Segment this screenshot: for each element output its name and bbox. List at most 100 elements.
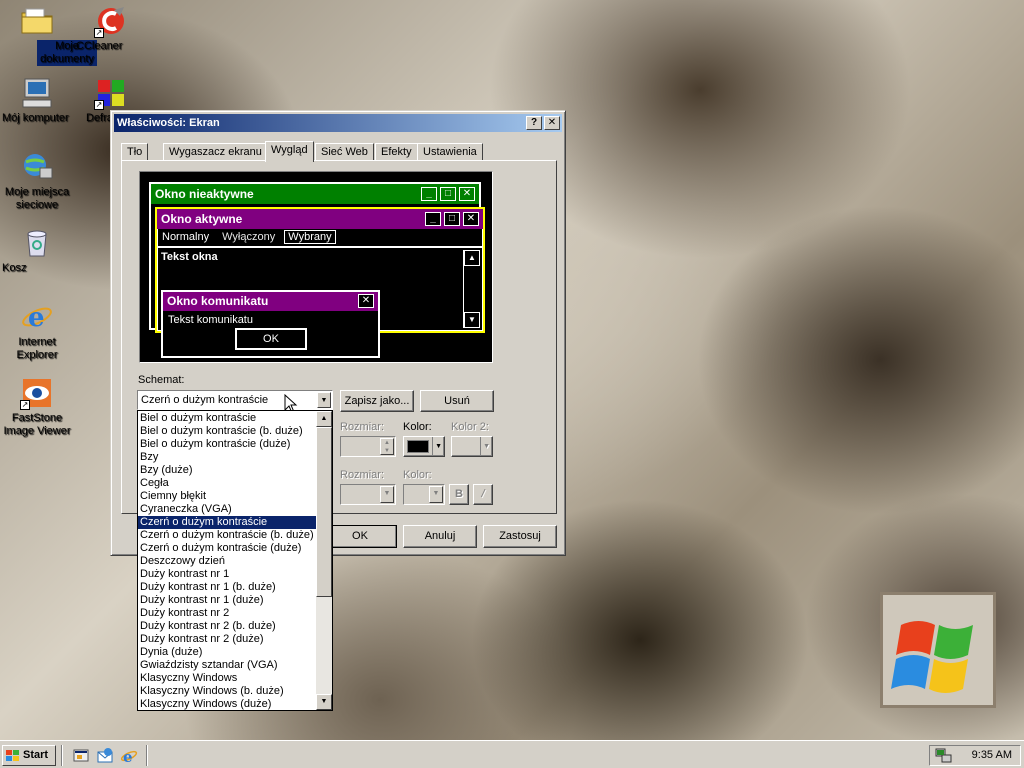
font-color-label: Kolor:	[403, 469, 432, 481]
network-tray-icon[interactable]	[935, 747, 953, 765]
close-button[interactable]: ✕	[544, 116, 560, 130]
tab-screensaver[interactable]: Wygaszacz ekranu	[163, 143, 268, 161]
dropdown-item[interactable]: Klasyczny Windows (b. duże)	[138, 685, 316, 698]
save-as-button[interactable]: Zapisz jako...	[340, 390, 414, 412]
dropdown-item[interactable]: Biel o dużym kontraście (duże)	[138, 438, 316, 451]
preview-msgbox-text: Tekst komunikatu	[168, 314, 253, 326]
windows-flag-icon	[891, 621, 973, 693]
defrag-icon: ↗	[94, 76, 128, 110]
dropdown-item[interactable]: Biel o dużym kontraście	[138, 412, 316, 425]
tab-background[interactable]: Tło	[121, 143, 149, 161]
item-size-spinner[interactable]: ▲ ▼	[340, 436, 396, 457]
desktop-icon-label: CCleaner	[76, 40, 123, 52]
desktop-icon-recycle-bin[interactable]: Kosz	[2, 226, 72, 274]
dropdown-item[interactable]: Czerń o dużym kontraście (duże)	[138, 542, 316, 555]
scheme-label: Schemat:	[138, 374, 185, 386]
maximize-icon: □	[444, 212, 460, 226]
dropdown-item[interactable]: Duży kontrast nr 1 (duże)	[138, 594, 316, 607]
color2-label: Kolor 2:	[451, 421, 489, 433]
scheme-combobox[interactable]: Czerń o dużym kontraście ▼	[137, 390, 333, 410]
scheme-combobox-value: Czerń o dużym kontraście	[141, 394, 269, 406]
desktop-icon-label: Moje miejsca sieciowe	[4, 186, 70, 211]
scrollbar-thumb[interactable]	[316, 427, 332, 597]
dropdown-item[interactable]: Cyraneczka (VGA)	[138, 503, 316, 516]
desktop-icon-my-computer[interactable]: Mój komputer	[2, 76, 72, 124]
scroll-down-arrow-icon[interactable]: ▼	[316, 694, 332, 710]
scroll-down-arrow-icon: ▼	[464, 312, 480, 328]
tab-appearance[interactable]: Wygląd	[265, 141, 314, 162]
dropdown-item[interactable]: Duży kontrast nr 2 (b. duże)	[138, 620, 316, 633]
chevron-down-icon[interactable]: ▼	[317, 392, 331, 408]
network-icon	[20, 150, 54, 184]
faststone-icon: ↗	[20, 376, 54, 410]
apply-button[interactable]: Zastosuj	[483, 525, 557, 548]
tab-settings[interactable]: Ustawienia	[417, 143, 483, 161]
desktop-icon-internet-explorer[interactable]: e Internet Explorer	[2, 300, 72, 361]
start-label: Start	[23, 749, 49, 761]
start-button[interactable]: Start	[2, 745, 56, 766]
internet-explorer-icon[interactable]: e	[120, 747, 138, 766]
tab-effects[interactable]: Efekty	[375, 143, 418, 161]
item-size-label: Rozmiar:	[340, 421, 385, 433]
clock[interactable]: 9:35 AM	[972, 746, 1012, 765]
preview-msgbox-ok: OK	[235, 328, 307, 350]
ccleaner-icon: ↗	[94, 4, 128, 38]
dropdown-items: Biel o dużym kontraście Biel o dużym kont…	[138, 412, 316, 710]
delete-scheme-button[interactable]: Usuń	[420, 390, 494, 412]
windows-logo-gadget	[880, 592, 996, 708]
cancel-button[interactable]: Anuluj	[403, 525, 477, 548]
tab-web[interactable]: Sieć Web	[315, 143, 374, 161]
dropdown-item[interactable]: Duży kontrast nr 1 (b. duże)	[138, 581, 316, 594]
dropdown-item[interactable]: Klasyczny Windows	[138, 672, 316, 685]
color-picker-button[interactable]: ▼	[403, 436, 445, 457]
preview-scrollbar: ▲ ▼	[463, 250, 481, 328]
desktop-icon-defrag[interactable]: ↗ Defra	[76, 76, 146, 124]
ok-button[interactable]: OK	[323, 525, 397, 548]
desktop-icon-label: Kosz	[2, 262, 27, 274]
dropdown-item[interactable]: Gwiaździsty sztandar (VGA)	[138, 659, 316, 672]
desktop-icon-my-documents[interactable]: Moje dokumenty	[2, 4, 97, 66]
outlook-express-icon[interactable]	[96, 747, 114, 765]
font-size-select[interactable]: ▼	[340, 484, 396, 505]
show-desktop-icon[interactable]	[72, 747, 90, 765]
close-icon: ✕	[459, 187, 475, 201]
shortcut-arrow-icon: ↗	[94, 28, 104, 38]
dropdown-item[interactable]: Duży kontrast nr 1	[138, 568, 316, 581]
menu-normal: Normalny	[162, 231, 210, 243]
desktop-icon-faststone[interactable]: ↗ FastStone Image Viewer	[2, 376, 72, 437]
close-icon: ✕	[463, 212, 479, 226]
dropdown-item[interactable]: Klasyczny Windows (duże)	[138, 698, 316, 710]
italic-button[interactable]: /	[473, 484, 493, 505]
dialog-titlebar[interactable]: Właściwości: Ekran ? ✕	[114, 114, 562, 132]
dropdown-item[interactable]: Biel o dużym kontraście (b. duże)	[138, 425, 316, 438]
bold-button[interactable]: B	[449, 484, 469, 505]
scroll-up-arrow-icon[interactable]: ▲	[316, 411, 332, 427]
font-size-label: Rozmiar:	[340, 469, 385, 481]
dropdown-item[interactable]: Dynia (duże)	[138, 646, 316, 659]
dropdown-item[interactable]: Duży kontrast nr 2 (duże)	[138, 633, 316, 646]
dropdown-item[interactable]: Bzy	[138, 451, 316, 464]
dropdown-item[interactable]: Czerń o dużym kontraście	[138, 516, 316, 529]
dropdown-item[interactable]: Czerń o dużym kontraście (b. duże)	[138, 529, 316, 542]
preview-message-box: Okno komunikatu ✕ Tekst komunikatu OK	[161, 290, 380, 358]
appearance-preview[interactable]: Okno nieaktywne _ □ ✕ Okno aktywne _ □ ✕…	[139, 171, 493, 363]
preview-menubar: Normalny Wyłączony Wybrany	[157, 229, 483, 248]
help-button[interactable]: ?	[526, 116, 542, 130]
font-color-select[interactable]: ▼	[403, 484, 445, 505]
color-label: Kolor:	[403, 421, 432, 433]
desktop-icon-network-places[interactable]: Moje miejsca sieciowe	[2, 150, 72, 211]
dropdown-item[interactable]: Bzy (duże)	[138, 464, 316, 477]
maximize-icon: □	[440, 187, 456, 201]
dropdown-item[interactable]: Ciemny błękit	[138, 490, 316, 503]
preview-active-title: Okno aktywne _ □ ✕	[157, 209, 483, 229]
close-icon: ✕	[358, 294, 374, 308]
dropdown-item[interactable]: Cegła	[138, 477, 316, 490]
dropdown-scrollbar[interactable]: ▲ ▼	[316, 411, 332, 710]
desktop-icon-ccleaner[interactable]: ↗ CCleaner	[76, 4, 146, 52]
minimize-icon: _	[421, 187, 437, 201]
scheme-dropdown-list[interactable]: Biel o dużym kontraście Biel o dużym kont…	[137, 410, 333, 711]
dropdown-item[interactable]: Duży kontrast nr 2	[138, 607, 316, 620]
color2-picker-button[interactable]: ▼	[451, 436, 493, 457]
dropdown-item[interactable]: Deszczowy dzień	[138, 555, 316, 568]
spinner-arrows-icon: ▲ ▼	[380, 438, 394, 455]
